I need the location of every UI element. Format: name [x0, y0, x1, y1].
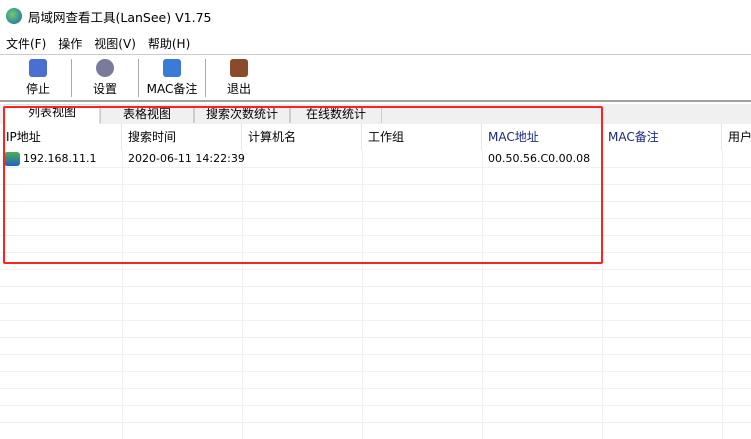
column-header-time[interactable]: 搜索时间: [122, 124, 242, 150]
cell-time: 2020-06-11 14:22:39: [128, 152, 245, 165]
column-header-user[interactable]: 用户: [722, 124, 751, 150]
grid-row-line: [0, 218, 751, 219]
view-tabs: 列表视图 表格视图 搜索次数统计 在线数统计: [0, 104, 751, 124]
app-globe-icon: [6, 8, 22, 24]
grid-column-line: [602, 150, 603, 439]
menu-bar: 文件(F) 操作 视图(V) 帮助(H): [0, 33, 751, 53]
grid-row-line: [0, 184, 751, 185]
grid-column-line: [362, 150, 363, 439]
tab-search-count[interactable]: 搜索次数统计: [194, 106, 290, 123]
grid-row-line: [0, 201, 751, 202]
settings-label: 设置: [92, 81, 117, 96]
grid-row-line: [0, 337, 751, 338]
gear-icon: [96, 58, 114, 77]
column-header-mac[interactable]: MAC地址: [482, 124, 602, 150]
menu-file[interactable]: 文件(F): [0, 35, 52, 52]
menu-help[interactable]: 帮助(H): [142, 35, 196, 52]
mac-note-label: MAC备注: [146, 81, 198, 96]
grid-column-line: [122, 150, 123, 439]
grid-column-line: [242, 150, 243, 439]
grid-row-line: [0, 303, 751, 304]
menu-view[interactable]: 视图(V): [88, 35, 142, 52]
grid-row-line: [0, 252, 751, 253]
column-header-workgroup[interactable]: 工作组: [362, 124, 482, 150]
note-icon: [163, 58, 181, 77]
stop-label: 停止: [25, 81, 50, 96]
tab-online-count[interactable]: 在线数统计: [290, 106, 382, 123]
toolbar-separator: [138, 59, 139, 97]
column-header-mac-note[interactable]: MAC备注: [602, 124, 722, 150]
grid-row-line: [0, 320, 751, 321]
window-title: 局域网查看工具(LanSee) V1.75: [28, 9, 212, 25]
tab-list-view[interactable]: 列表视图: [4, 104, 100, 124]
grid-row-line: [0, 167, 751, 168]
exit-button[interactable]: 退出: [210, 55, 268, 100]
table-row[interactable]: 192.168.11.1: [0, 150, 96, 167]
cell-ip: 192.168.11.1: [23, 152, 97, 165]
exit-label: 退出: [226, 81, 251, 96]
device-list: IP地址 搜索时间 计算机名 工作组 MAC地址 MAC备注 用户 192.16…: [0, 124, 751, 439]
column-header-computer[interactable]: 计算机名: [242, 124, 362, 150]
title-bar: 局域网查看工具(LanSee) V1.75: [0, 0, 751, 32]
tab-table-view[interactable]: 表格视图: [100, 106, 194, 123]
toolbar-separator: [205, 59, 206, 97]
exit-boot-icon: [230, 58, 248, 77]
cell-mac: 00.50.56.C0.00.08: [488, 152, 591, 165]
stop-icon: [29, 58, 47, 77]
toolbar-separator: [71, 59, 72, 97]
grid-row-line: [0, 354, 751, 355]
grid-row-line: [0, 269, 751, 270]
grid-row-line: [0, 371, 751, 372]
mac-note-button[interactable]: MAC备注: [143, 55, 201, 100]
grid-column-line: [482, 150, 483, 439]
grid-row-line: [0, 235, 751, 236]
grid-row-line: [0, 422, 751, 423]
grid-row-line: [0, 405, 751, 406]
computer-icon: [4, 151, 20, 166]
column-header-ip[interactable]: IP地址: [0, 124, 122, 150]
stop-button[interactable]: 停止: [9, 55, 67, 100]
settings-button[interactable]: 设置: [76, 55, 134, 100]
menu-operate[interactable]: 操作: [52, 35, 88, 52]
grid-row-line: [0, 388, 751, 389]
toolbar: 停止 设置 MAC备注 退出: [0, 54, 751, 102]
grid-row-line: [0, 286, 751, 287]
grid-column-line: [722, 150, 723, 439]
